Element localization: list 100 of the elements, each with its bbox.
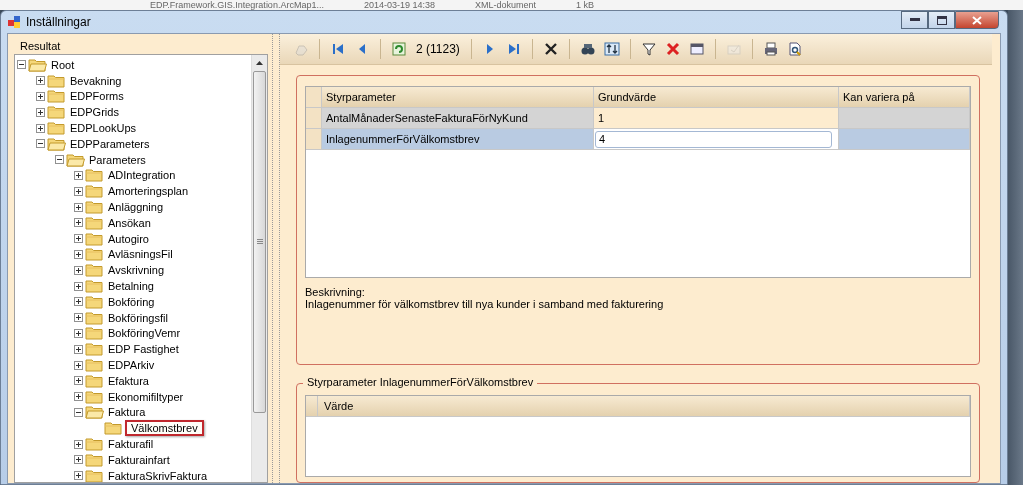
value-field[interactable]: 4 <box>595 130 832 148</box>
tree-item[interactable]: Amorteringsplan <box>106 185 191 198</box>
file-name: EDP.Framework.GIS.Integration.ArcMap1... <box>150 0 324 10</box>
folder-icon <box>85 294 104 309</box>
expand-icon[interactable] <box>74 471 83 481</box>
tree-item[interactable]: Betalning <box>106 280 156 293</box>
tree-item[interactable]: Välkomstbrev <box>125 420 204 437</box>
column-header[interactable]: Grundvärde <box>594 87 839 108</box>
column-header[interactable]: Värde <box>318 396 970 417</box>
expand-icon[interactable] <box>74 376 83 386</box>
expand-icon[interactable] <box>74 439 83 449</box>
folder-icon <box>85 342 104 357</box>
scroll-up-icon[interactable] <box>256 60 263 65</box>
collapse-icon[interactable] <box>17 60 26 70</box>
expand-icon[interactable] <box>74 392 83 402</box>
group-title: Styrparameter InlagenummerFörVälkomstbrev <box>303 376 538 388</box>
folder-icon <box>85 247 104 262</box>
folder-icon <box>85 200 104 215</box>
tree-item[interactable]: EDPParameters <box>68 137 152 150</box>
tree-item[interactable]: Fakturainfart <box>106 453 172 466</box>
tree-item[interactable]: Bokföringsfil <box>106 311 170 324</box>
collapse-icon[interactable] <box>55 155 64 165</box>
close-icon <box>972 15 982 25</box>
tree-item[interactable]: EDPForms <box>68 90 126 103</box>
tree-item[interactable]: Anläggning <box>106 201 166 214</box>
folder-icon <box>85 215 104 230</box>
tree-item[interactable]: BokföringVemr <box>106 327 183 340</box>
file-type: XML-dokument <box>474 0 536 10</box>
minimize-button[interactable] <box>901 11 928 29</box>
tree-item[interactable]: Bevakning <box>68 74 124 87</box>
record-position: 2 (1123) <box>415 42 461 56</box>
collapse-icon[interactable] <box>36 139 45 149</box>
table-cell[interactable]: InlagenummerFörVälkomstbrev <box>322 129 594 150</box>
minimize-icon <box>909 18 920 22</box>
expand-icon[interactable] <box>36 123 45 133</box>
collapse-icon[interactable] <box>74 407 83 417</box>
tree-item[interactable]: EDPLookUps <box>68 122 139 135</box>
folder-icon <box>85 326 104 341</box>
expand-icon[interactable] <box>36 76 45 86</box>
tree-item[interactable]: Root <box>49 58 77 71</box>
folder-icon <box>85 184 104 199</box>
tree-item[interactable]: EDPGrids <box>68 106 121 119</box>
expand-icon[interactable] <box>74 297 83 307</box>
folder-icon <box>85 168 104 183</box>
folder-icon <box>85 231 104 246</box>
tree-item[interactable]: Autogiro <box>106 232 151 245</box>
tree-item[interactable]: Ansökan <box>106 216 153 229</box>
tree-item[interactable]: Efaktura <box>106 374 151 387</box>
table-cell: 1 <box>594 108 839 129</box>
folder-icon <box>47 73 66 88</box>
window-title: Inställningar <box>26 15 91 29</box>
folder-icon <box>85 452 104 467</box>
expand-icon[interactable] <box>74 202 83 212</box>
description-text: Inlagenummer för välkomstbrev till nya kunder i samband med fakturering <box>305 298 665 310</box>
expand-icon[interactable] <box>74 234 83 244</box>
maximize-button[interactable] <box>928 11 955 29</box>
table-cell[interactable]: AntalMånaderSenasteFakturaFörNyKund <box>322 108 594 129</box>
column-header[interactable]: Styrparameter <box>322 87 594 108</box>
folder-icon <box>85 405 104 420</box>
expand-icon[interactable] <box>74 328 83 338</box>
expand-icon[interactable] <box>74 455 83 465</box>
expand-icon[interactable] <box>74 344 83 354</box>
folder-icon <box>66 152 85 167</box>
row-header <box>306 87 322 108</box>
tree-item[interactable]: Bokföring <box>106 295 157 308</box>
tree-item[interactable]: FakturaSkrivFaktura <box>106 469 210 482</box>
expand-icon[interactable] <box>74 186 83 196</box>
expand-icon[interactable] <box>74 170 83 180</box>
folder-icon <box>85 358 104 373</box>
column-header[interactable]: Kan variera på <box>839 87 970 108</box>
tree-item[interactable]: ADIntegration <box>106 169 178 182</box>
folder-icon <box>85 468 104 482</box>
close-button[interactable] <box>955 11 999 29</box>
tree-item[interactable]: AvläsningsFil <box>106 248 175 261</box>
expand-icon[interactable] <box>74 265 83 275</box>
tree-item[interactable]: EDPArkiv <box>106 359 157 372</box>
maximize-icon <box>936 15 947 25</box>
group-title: Resultat <box>19 39 62 54</box>
expand-icon[interactable] <box>74 218 83 228</box>
file-date: 2014-03-19 14:38 <box>363 0 435 10</box>
expand-icon[interactable] <box>74 360 83 370</box>
tree-item[interactable]: Ekonomifiltyper <box>106 390 186 403</box>
tree-item[interactable]: Fakturafil <box>106 438 156 450</box>
tree-item[interactable]: EDP Fastighet <box>106 343 181 356</box>
folder-icon <box>85 437 104 451</box>
folder-icon <box>28 57 47 72</box>
tree-item[interactable]: Faktura <box>106 406 148 419</box>
folder-icon <box>47 136 66 151</box>
folder-icon <box>104 421 123 436</box>
expand-icon[interactable] <box>74 313 83 323</box>
folder-icon <box>47 121 66 136</box>
expand-icon[interactable] <box>74 249 83 259</box>
tree-item[interactable]: Parameters <box>87 153 148 166</box>
row-header <box>306 396 318 417</box>
tree-item[interactable]: Avskrivning <box>106 264 167 277</box>
folder-icon <box>85 389 104 404</box>
expand-icon[interactable] <box>36 92 45 101</box>
expand-icon[interactable] <box>36 107 45 117</box>
expand-icon[interactable] <box>74 281 83 291</box>
scrollbar[interactable] <box>251 55 267 482</box>
